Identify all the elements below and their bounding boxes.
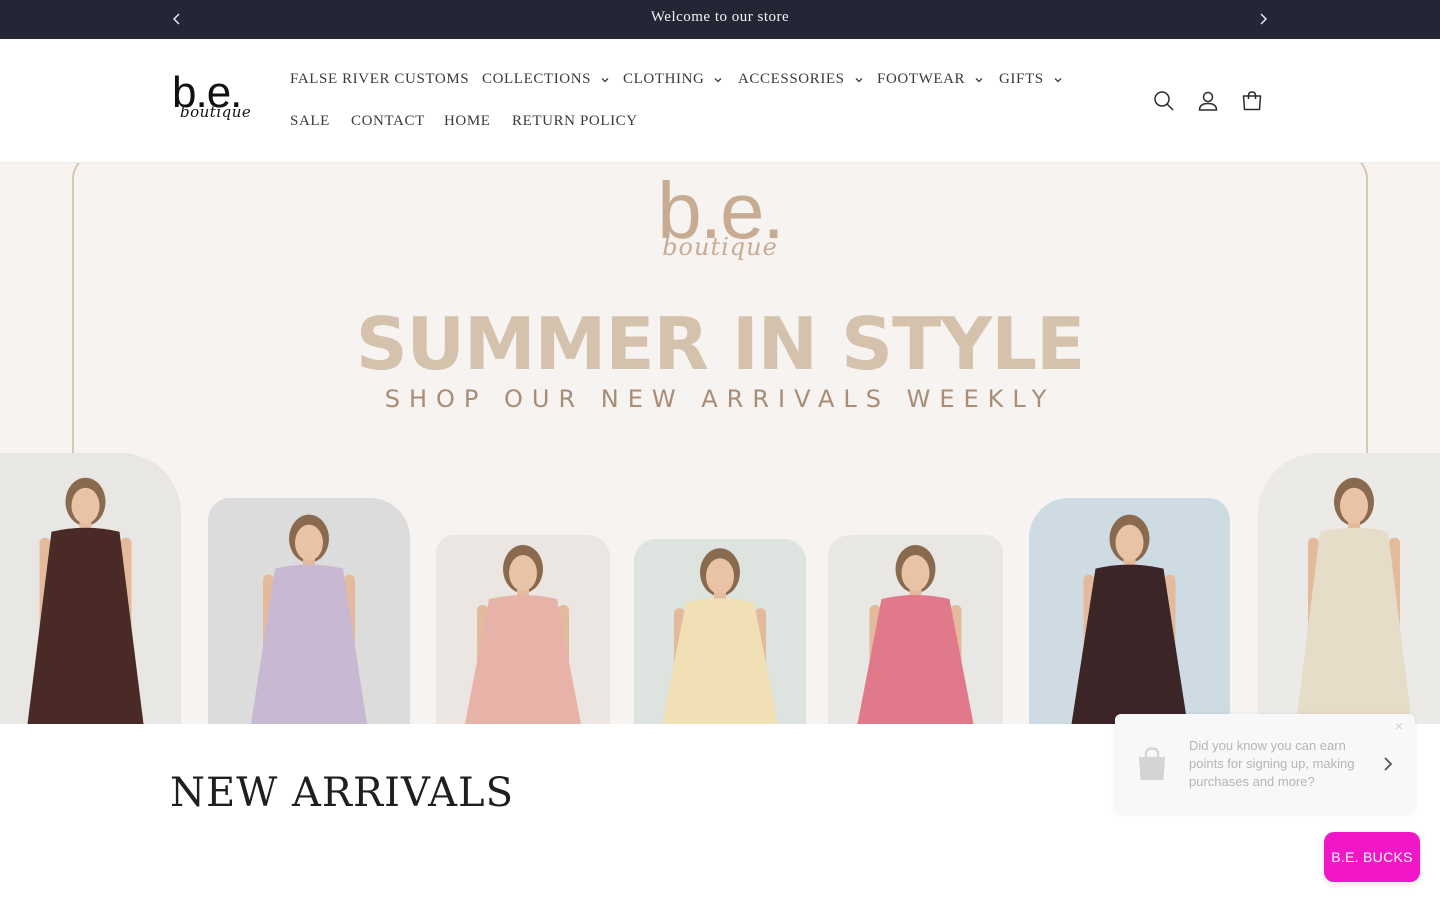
logo-script: boutique [180, 103, 252, 121]
hero-photo [1029, 498, 1230, 724]
nav-label: GIFTS [999, 71, 1044, 87]
hero-subtitle: SHOP OUR NEW ARRIVALS WEEKLY [384, 385, 1056, 413]
model-figure [27, 477, 144, 724]
nav-contact[interactable]: CONTACT [351, 113, 425, 130]
chevron-right-icon[interactable] [1254, 10, 1272, 28]
nav-label: RETURN POLICY [512, 113, 638, 129]
model-figure [662, 548, 778, 724]
nav-label: FALSE RIVER CUSTOMS [290, 71, 470, 87]
hero-photo [828, 535, 1003, 724]
rewards-popup: Did you know you can earn points for sig… [1115, 714, 1415, 814]
nav-false-river-customs[interactable]: FALSE RIVER CUSTOMS [290, 71, 469, 88]
hero-title: SUMMER IN STYLE [355, 302, 1086, 386]
nav-footwear[interactable]: FOOTWEAR [877, 71, 984, 88]
nav-collections[interactable]: COLLECTIONS [482, 71, 610, 88]
nav-return-policy[interactable]: RETURN POLICY [512, 113, 638, 130]
nav-gifts[interactable]: GIFTS [999, 71, 1063, 88]
popup-message: Did you know you can earn points for sig… [1189, 738, 1355, 789]
nav-label: CONTACT [351, 113, 425, 129]
nav-sale[interactable]: SALE [290, 113, 330, 130]
nav-label: SALE [290, 113, 330, 129]
nav-home[interactable]: HOME [444, 113, 491, 130]
search-icon[interactable] [1152, 89, 1176, 113]
nav-label: ACCESSORIES [738, 71, 845, 87]
chevron-down-icon [855, 77, 863, 82]
hero-photo [634, 539, 806, 724]
nav-label: COLLECTIONS [482, 71, 592, 87]
shopping-bag-icon [1139, 747, 1165, 780]
chevron-right-icon[interactable] [1381, 754, 1395, 774]
hero-banner[interactable]: b.e. boutique SUMMER IN STYLE SHOP OUR N… [0, 163, 1440, 724]
hero-photo [0, 453, 181, 724]
hero-logo: b.e. boutique [0, 163, 1440, 261]
cart-icon[interactable] [1240, 89, 1264, 113]
model-figure [1071, 514, 1188, 724]
announcement-message: Welcome to our store [650, 9, 790, 25]
announcement-bar: Welcome to our store [0, 0, 1440, 39]
chevron-down-icon [715, 77, 722, 82]
model-figure [1296, 477, 1412, 724]
chevron-down-icon [601, 77, 609, 82]
nav-label: FOOTWEAR [877, 71, 966, 87]
account-icon[interactable] [1196, 89, 1220, 113]
nav-accessories[interactable]: ACCESSORIES [738, 71, 864, 88]
model-figure [465, 545, 581, 724]
nav-label: HOME [444, 113, 491, 129]
hero-logo-script: boutique [662, 233, 778, 261]
chevron-down-icon [1054, 77, 1062, 82]
site-header: b.e. boutique FALSE RIVER CUSTOMS COLLEC… [0, 39, 1440, 163]
hero-photo [208, 498, 410, 724]
nav-label: CLOTHING [623, 71, 705, 87]
model-figure [857, 545, 974, 724]
section-title: NEW ARRIVALS [170, 770, 514, 816]
store-logo[interactable]: b.e. boutique [170, 69, 252, 133]
model-figure [251, 514, 367, 724]
rewards-button[interactable]: B.E. BUCKS [1324, 832, 1420, 882]
close-icon[interactable]: × [1395, 718, 1403, 734]
hero-photo [1258, 453, 1440, 724]
hero-photo [436, 535, 610, 724]
chevron-down-icon [975, 77, 983, 82]
nav-clothing[interactable]: CLOTHING [623, 71, 723, 88]
